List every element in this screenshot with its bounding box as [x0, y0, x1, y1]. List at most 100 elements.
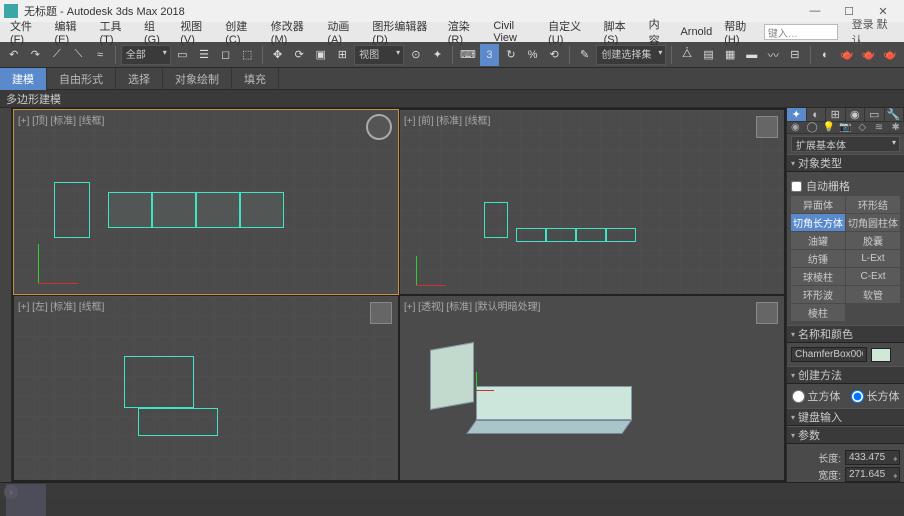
menu-file[interactable]: 文件(F) — [4, 18, 48, 46]
menu-customize[interactable]: 自定义(U) — [542, 18, 598, 46]
viewport-label[interactable]: [+] [透视] [标准] [默认明暗处理] — [404, 298, 540, 313]
menu-edit[interactable]: 编辑(E) — [48, 18, 93, 46]
material-editor-button[interactable]: ◐ — [816, 44, 836, 66]
render-setup-button[interactable]: 🫖 — [837, 44, 857, 66]
hierarchy-tab[interactable]: ⊞ — [826, 108, 846, 121]
length-spinner[interactable]: 433.475 — [845, 450, 900, 465]
wire-object[interactable] — [124, 356, 194, 408]
unlink-button[interactable]: ⟍ — [69, 44, 89, 66]
method-cube-radio[interactable]: 立方体 — [792, 388, 841, 404]
obj-chamfercyl[interactable]: 切角圆柱体 — [846, 214, 900, 231]
modify-tab[interactable]: ◐ — [807, 108, 827, 121]
obj-ringwave[interactable]: 环形波 — [791, 286, 845, 303]
helpers-icon[interactable]: ◇ — [854, 122, 871, 133]
menu-script[interactable]: 脚本(S) — [598, 18, 643, 46]
link-button[interactable]: ⟋ — [47, 44, 67, 66]
rollout-params[interactable]: 参数 — [787, 426, 904, 444]
minimize-button[interactable]: — — [798, 1, 832, 21]
shaded-object[interactable] — [430, 342, 474, 410]
curve-editor-button[interactable]: 〰 — [764, 44, 784, 66]
menu-content[interactable]: 内容 — [643, 16, 675, 48]
method-box-radio[interactable]: 长方体 — [851, 388, 900, 404]
toggle-ribbon-button[interactable]: ▬ — [742, 44, 762, 66]
rotate-button[interactable]: ⟳ — [289, 44, 309, 66]
obj-chamferbox[interactable]: 切角长方体 — [791, 214, 845, 231]
menu-group[interactable]: 组(G) — [138, 18, 174, 46]
wire-object[interactable] — [138, 408, 218, 436]
viewcube-icon[interactable] — [370, 302, 392, 324]
menu-arnold[interactable]: Arnold — [674, 26, 718, 38]
color-swatch[interactable] — [871, 348, 891, 362]
viewport-left[interactable]: [+] [左] [标准] [线框] — [14, 296, 398, 480]
menu-grapheditor[interactable]: 图形编辑器(D) — [366, 18, 441, 46]
rollout-keyboard[interactable]: 键盘输入 — [787, 408, 904, 426]
menu-civilview[interactable]: Civil View — [487, 20, 542, 44]
viewcube-icon[interactable] — [756, 302, 778, 324]
obj-torusknot[interactable]: 环形结 — [846, 196, 900, 213]
viewcube-icon[interactable] — [756, 116, 778, 138]
rollout-name-color[interactable]: 名称和颜色 — [787, 325, 904, 343]
viewport-label[interactable]: [+] [前] [标准] [线框] — [404, 112, 490, 127]
obj-lext[interactable]: L-Ext — [846, 250, 900, 267]
selection-filter-dropdown[interactable]: 全部 — [121, 45, 171, 65]
obj-capsule[interactable]: 胶囊 — [846, 232, 900, 249]
pivot-button[interactable]: ⊙ — [406, 44, 426, 66]
tab-freeform[interactable]: 自由形式 — [47, 68, 116, 90]
rect-select-button[interactable]: ◻ — [216, 44, 236, 66]
layer-button[interactable]: ▦ — [720, 44, 740, 66]
manipulate-button[interactable]: ✦ — [428, 44, 448, 66]
edit-named-sel-button[interactable]: ✎ — [575, 44, 595, 66]
obj-gengon[interactable]: 球棱柱 — [791, 268, 845, 285]
menu-animation[interactable]: 动画(A) — [321, 18, 366, 46]
obj-hose[interactable]: 软管 — [846, 286, 900, 303]
autogrid-checkbox[interactable] — [791, 181, 802, 192]
move-button[interactable]: ✥ — [268, 44, 288, 66]
bind-button[interactable]: ≈ — [90, 44, 110, 66]
space-warps-icon[interactable]: ≋ — [871, 122, 888, 133]
tab-selection[interactable]: 选择 — [116, 68, 163, 90]
redo-button[interactable]: ↷ — [26, 44, 46, 66]
create-tab[interactable]: ✦ — [787, 108, 807, 121]
named-selection-dropdown[interactable]: 创建选择集 — [596, 45, 666, 65]
navwheel-icon[interactable] — [366, 114, 392, 140]
schematic-button[interactable]: ⊟ — [785, 44, 805, 66]
obj-prism[interactable]: 棱柱 — [791, 304, 845, 321]
percent-snap-button[interactable]: % — [523, 44, 543, 66]
viewport-perspective[interactable]: [+] [透视] [标准] [默认明暗处理] — [400, 296, 784, 480]
window-crossing-button[interactable]: ⬚ — [237, 44, 257, 66]
render-button[interactable]: 🫖 — [880, 44, 900, 66]
lights-icon[interactable]: 💡 — [820, 122, 837, 133]
mirror-button[interactable]: ⧊ — [677, 44, 697, 66]
place-button[interactable]: ⊞ — [333, 44, 353, 66]
systems-icon[interactable]: ✱ — [887, 122, 904, 133]
select-button[interactable]: ▭ — [173, 44, 193, 66]
timeline-thumb[interactable] — [6, 484, 46, 516]
tab-populate[interactable]: 填充 — [232, 68, 279, 90]
obj-spindle[interactable]: 纺锤 — [791, 250, 845, 267]
wire-object[interactable] — [484, 202, 508, 238]
wire-object[interactable] — [54, 182, 90, 238]
scale-button[interactable]: ▣ — [311, 44, 331, 66]
search-input[interactable]: 键入… — [764, 24, 838, 40]
width-spinner[interactable]: 271.645 — [845, 467, 900, 482]
utilities-tab[interactable]: 🔧 — [885, 108, 904, 121]
motion-tab[interactable]: ◉ — [846, 108, 866, 121]
menu-help[interactable]: 帮助(H) — [718, 18, 764, 46]
cameras-icon[interactable]: 📷 — [837, 122, 854, 133]
shapes-icon[interactable]: ◯ — [804, 122, 821, 133]
rollout-object-type[interactable]: 对象类型 — [787, 154, 904, 172]
shaded-object[interactable] — [476, 386, 632, 420]
viewport-top[interactable]: [+] [顶] [标准] [线框] — [14, 110, 398, 294]
angle-snap-button[interactable]: ↻ — [501, 44, 521, 66]
obj-cext[interactable]: C-Ext — [846, 268, 900, 285]
render-frame-button[interactable]: 🫖 — [859, 44, 879, 66]
category-dropdown[interactable]: 扩展基本体 — [791, 136, 900, 152]
geometry-icon[interactable]: ◉ — [787, 122, 804, 133]
obj-oiltank[interactable]: 油罐 — [791, 232, 845, 249]
viewport-label[interactable]: [+] [顶] [标准] [线框] — [18, 112, 104, 127]
obj-hedra[interactable]: 异面体 — [791, 196, 845, 213]
object-name-input[interactable] — [791, 347, 867, 362]
select-name-button[interactable]: ☰ — [194, 44, 214, 66]
spinner-snap-button[interactable]: ⟲ — [544, 44, 564, 66]
display-tab[interactable]: ▭ — [865, 108, 885, 121]
